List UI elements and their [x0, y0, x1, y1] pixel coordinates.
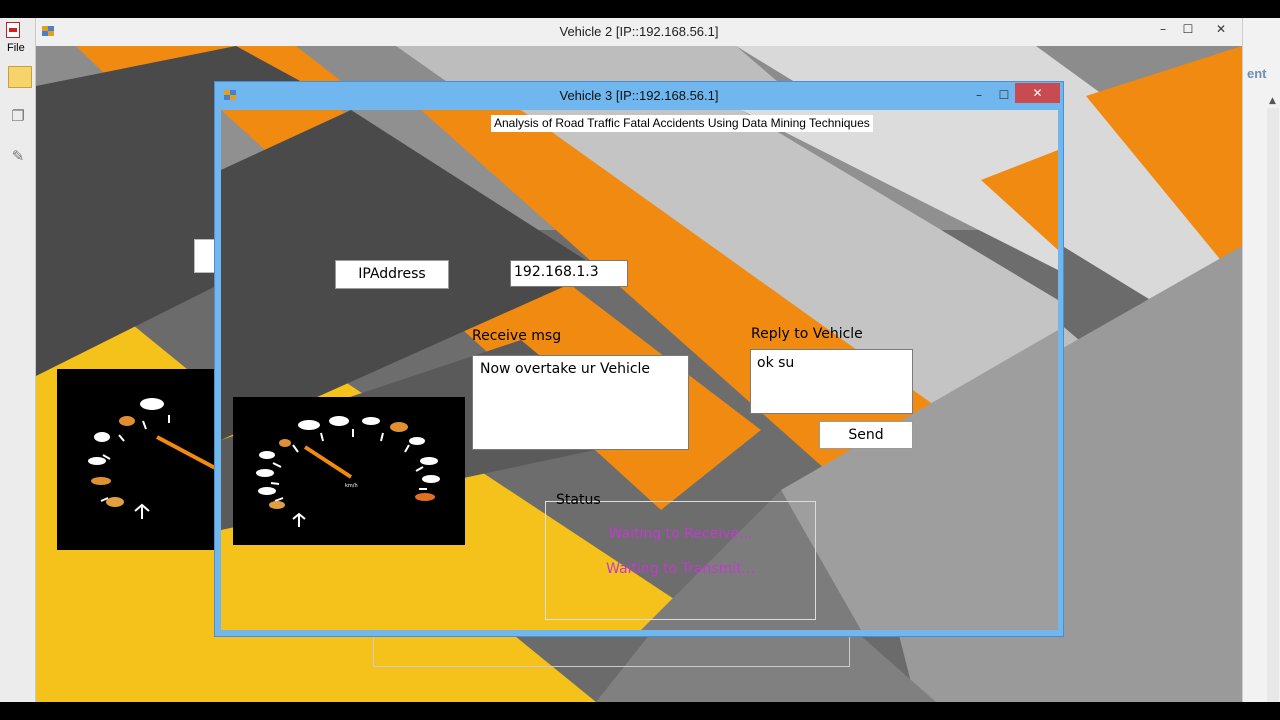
pdf-icon	[6, 22, 20, 38]
ip-address-field[interactable]: 192.168.1.3	[510, 260, 628, 287]
status-waiting-transmit: Waiting to Transmit...	[606, 561, 755, 577]
vehicle2-maximize-button[interactable]: ☐	[1173, 18, 1203, 40]
app-header-label: Analysis of Road Traffic Fatal Accidents…	[491, 115, 873, 132]
vehicle3-window: Vehicle 3 [IP::192.168.56.1] – ☐ ✕ Analy…	[214, 81, 1064, 637]
vehicle2-title: Vehicle 2 [IP::192.168.56.1]	[559, 24, 719, 39]
scrollbar[interactable]	[1267, 108, 1279, 708]
partial-tab[interactable]: ent	[1247, 66, 1267, 81]
vehicle2-close-button[interactable]: ✕	[1206, 18, 1236, 40]
status-legend: Status	[556, 492, 601, 508]
receive-message-box[interactable]: Now overtake ur Vehicle	[472, 355, 689, 450]
viewer-right-panel: ent ▲ ▼	[1242, 18, 1280, 718]
vehicle2-titlebar[interactable]: Vehicle 2 [IP::192.168.56.1] – ☐ ✕	[36, 18, 1242, 46]
hidden-groupbox	[373, 636, 850, 667]
vehicle3-titlebar[interactable]: Vehicle 3 [IP::192.168.56.1] – ☐ ✕	[215, 82, 1063, 110]
attachment-icon[interactable]: ✎	[6, 144, 30, 168]
folder-icon[interactable]	[8, 66, 32, 88]
vehicle3-close-button[interactable]: ✕	[1015, 83, 1060, 103]
receive-msg-label: Receive msg	[472, 328, 562, 344]
status-waiting-receive: Waiting to Receive...	[608, 526, 753, 542]
top-black-bar	[0, 0, 1280, 18]
viewer-sidebar: File ❐ ✎	[0, 18, 36, 708]
status-groupbox: Status Waiting to Receive... Waiting to …	[545, 492, 816, 620]
svg-text:km/h: km/h	[345, 483, 358, 489]
speedometer-image	[57, 369, 217, 550]
vehicle3-client-area: Analysis of Road Traffic Fatal Accidents…	[221, 110, 1058, 630]
bottom-black-bar	[0, 702, 1280, 720]
speedometer-image: km/h	[233, 397, 465, 545]
desktop: File ❐ ✎ Vehicle 2 [IP::192.168.56.1] – …	[0, 0, 1280, 720]
send-button[interactable]: Send	[819, 421, 913, 449]
reply-to-vehicle-label: Reply to Vehicle	[751, 326, 863, 342]
scroll-up-icon[interactable]: ▲	[1269, 96, 1276, 106]
reply-message-box[interactable]: ok su	[750, 349, 913, 414]
vehicle3-title: Vehicle 3 [IP::192.168.56.1]	[559, 88, 719, 103]
pages-icon[interactable]: ❐	[6, 104, 30, 128]
file-menu[interactable]: File	[7, 42, 25, 54]
ipaddress-button[interactable]: IPAddress	[335, 260, 449, 289]
